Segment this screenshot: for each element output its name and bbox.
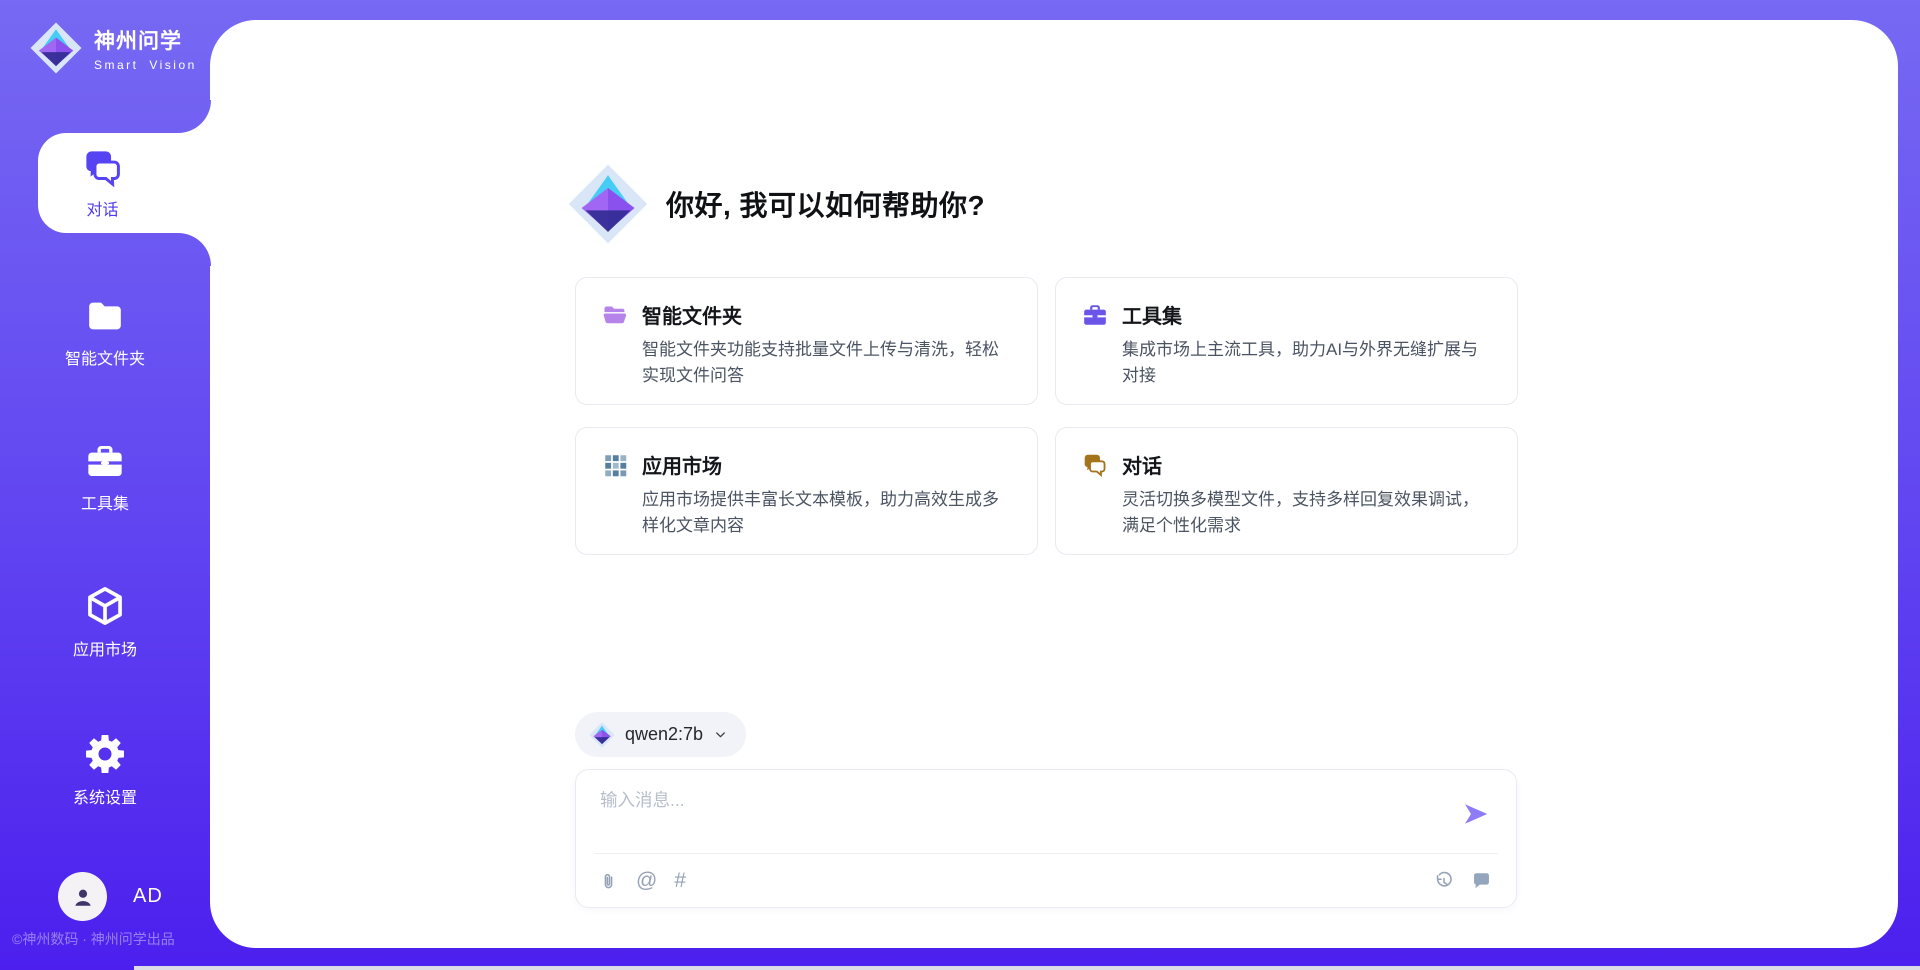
- chat-bubble-icon: [1471, 871, 1492, 892]
- send-button[interactable]: [1461, 799, 1491, 829]
- sidebar-item-label: 应用市场: [73, 636, 137, 660]
- sidebar-item-toolset[interactable]: 工具集: [0, 441, 210, 514]
- feature-cards: 智能文件夹 智能文件夹功能支持批量文件上传与清洗，轻松实现文件问答 工具集 集成…: [575, 277, 1518, 555]
- greeting-title: 你好, 我可以如何帮助你?: [666, 184, 985, 224]
- sidebar-item-label: 智能文件夹: [65, 345, 145, 369]
- card-title: 工具集: [1122, 300, 1182, 329]
- main-panel: 你好, 我可以如何帮助你? 智能文件夹 智能文件夹功能支持批量文件上传与清洗，轻…: [210, 20, 1898, 948]
- paperclip-icon: [598, 871, 619, 892]
- card-chat[interactable]: 对话 灵活切换多模型文件，支持多样回复效果调试，满足个性化需求: [1055, 427, 1518, 555]
- history-button[interactable]: [1433, 871, 1454, 892]
- new-chat-button[interactable]: [1471, 871, 1492, 892]
- hero-logo-icon: [568, 160, 648, 248]
- grid-icon: [602, 452, 628, 478]
- gear-icon: [84, 733, 126, 775]
- sidebar-item-settings[interactable]: 系统设置: [0, 733, 210, 808]
- history-clock-icon: [1433, 871, 1454, 892]
- composer-divider: [594, 853, 1498, 854]
- card-description: 应用市场提供丰富长文本模板，助力高效生成多样化文章内容: [642, 487, 1013, 538]
- attach-file-button[interactable]: [598, 871, 619, 892]
- folder-open-icon: [602, 302, 628, 328]
- briefcase-icon: [1082, 302, 1108, 328]
- sidebar-item-label: 对话: [86, 196, 118, 220]
- topic-button[interactable]: #: [674, 869, 686, 893]
- card-description: 集成市场上主流工具，助力AI与外界无缝扩展与对接: [1122, 337, 1493, 388]
- card-title: 智能文件夹: [642, 300, 742, 329]
- sidebar-item-chat[interactable]: 对话: [38, 133, 213, 233]
- active-tab-curve-bottom: [178, 233, 211, 266]
- person-icon: [69, 883, 97, 911]
- sidebar-item-label: 系统设置: [73, 784, 137, 808]
- mention-button[interactable]: @: [636, 869, 657, 893]
- user-profile[interactable]: AD: [58, 872, 163, 921]
- brand-name: 神州问学: [94, 25, 197, 55]
- avatar: [58, 872, 107, 921]
- send-icon: [1461, 799, 1491, 829]
- app-root: 神州问学 Smart Vision 对话 智能文件夹 工具集 应用市场 系统设置…: [0, 0, 1920, 970]
- brand: 神州问学 Smart Vision: [30, 20, 197, 76]
- message-input[interactable]: [600, 787, 1440, 845]
- model-selector[interactable]: qwen2:7b: [575, 712, 746, 757]
- sidebar-item-app-market[interactable]: 应用市场: [0, 585, 210, 660]
- sidebar-item-label: 工具集: [81, 490, 129, 514]
- user-name: AD: [133, 885, 163, 908]
- card-smart-folder[interactable]: 智能文件夹 智能文件夹功能支持批量文件上传与清洗，轻松实现文件问答: [575, 277, 1038, 405]
- at-symbol: @: [636, 869, 657, 893]
- chat-icon: [82, 147, 124, 189]
- model-logo-icon: [589, 721, 615, 749]
- sidebar-item-smart-folder[interactable]: 智能文件夹: [0, 296, 210, 369]
- folder-icon: [85, 296, 125, 336]
- chat-icon: [1082, 452, 1108, 478]
- briefcase-icon: [85, 441, 125, 481]
- cube-icon: [84, 585, 126, 627]
- card-toolset[interactable]: 工具集 集成市场上主流工具，助力AI与外界无缝扩展与对接: [1055, 277, 1518, 405]
- horizontal-scrollbar[interactable]: [134, 966, 1920, 970]
- card-description: 灵活切换多模型文件，支持多样回复效果调试，满足个性化需求: [1122, 487, 1493, 538]
- brand-logo-icon: [30, 20, 82, 76]
- card-title: 对话: [1122, 450, 1162, 479]
- active-tab-curve-top: [178, 100, 211, 133]
- message-composer: @ #: [575, 769, 1517, 908]
- model-name: qwen2:7b: [625, 724, 703, 745]
- copyright-footer: ©神州数码 · 神州问学出品: [12, 929, 175, 949]
- greeting-block: 你好, 我可以如何帮助你?: [568, 160, 985, 248]
- chevron-down-icon: [713, 727, 728, 742]
- card-title: 应用市场: [642, 450, 722, 479]
- brand-subtitle: Smart Vision: [94, 58, 197, 72]
- card-description: 智能文件夹功能支持批量文件上传与清洗，轻松实现文件问答: [642, 337, 1013, 388]
- card-app-market[interactable]: 应用市场 应用市场提供丰富长文本模板，助力高效生成多样化文章内容: [575, 427, 1038, 555]
- hash-symbol: #: [674, 869, 686, 893]
